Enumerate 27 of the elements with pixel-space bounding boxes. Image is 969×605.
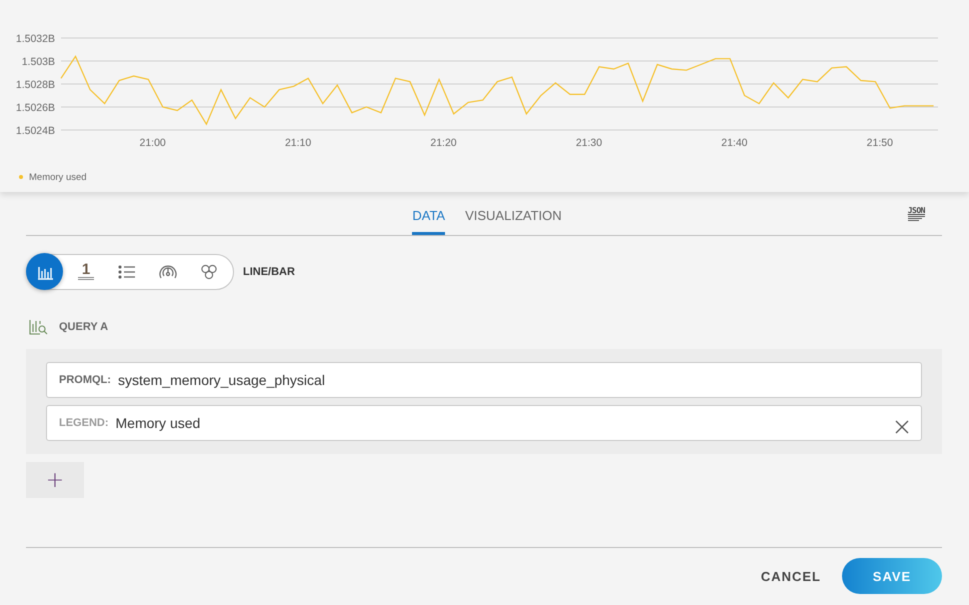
query-title: QUERY A	[59, 321, 108, 333]
json-button[interactable]: JSON	[908, 206, 925, 221]
cancel-button[interactable]: CANCEL	[760, 558, 821, 594]
x-axis-label: 21:50	[866, 137, 893, 149]
text-input[interactable]: Memory used	[116, 415, 909, 431]
x-axis-label: 21:40	[721, 137, 748, 149]
y-axis-label: 1.5032B	[16, 33, 55, 45]
text-input[interactable]: system_memory_usage_physical	[118, 372, 909, 388]
close-icon[interactable]	[895, 420, 909, 434]
y-axis-label: 1.5028B	[16, 79, 55, 91]
visualization-type-option[interactable]: 1	[68, 254, 104, 290]
visualization-type-option[interactable]	[26, 253, 63, 290]
x-axis-label: 21:10	[284, 137, 312, 149]
y-axis-label: 1.503B	[22, 56, 55, 68]
x-axis-label: 21:30	[576, 137, 602, 149]
x-axis-label: 21:00	[140, 137, 166, 149]
visualization-type-label: LINE/BAR	[243, 266, 295, 278]
chart-search-icon	[29, 318, 49, 336]
tab[interactable]: VISUALIZATION	[465, 202, 562, 235]
query-field[interactable]: LEGEND: Memory used	[46, 405, 922, 441]
tab[interactable]: DATA	[412, 202, 446, 235]
query-field[interactable]: PROMQL: system_memory_usage_physical	[46, 362, 922, 398]
add-query-button[interactable]: +	[26, 462, 84, 498]
y-axis-label: 1.5024B	[16, 125, 55, 137]
y-axis-label: 1.5026B	[16, 102, 55, 114]
x-axis-label: 21:20	[430, 137, 457, 149]
legend-label: Memory used	[29, 172, 87, 183]
